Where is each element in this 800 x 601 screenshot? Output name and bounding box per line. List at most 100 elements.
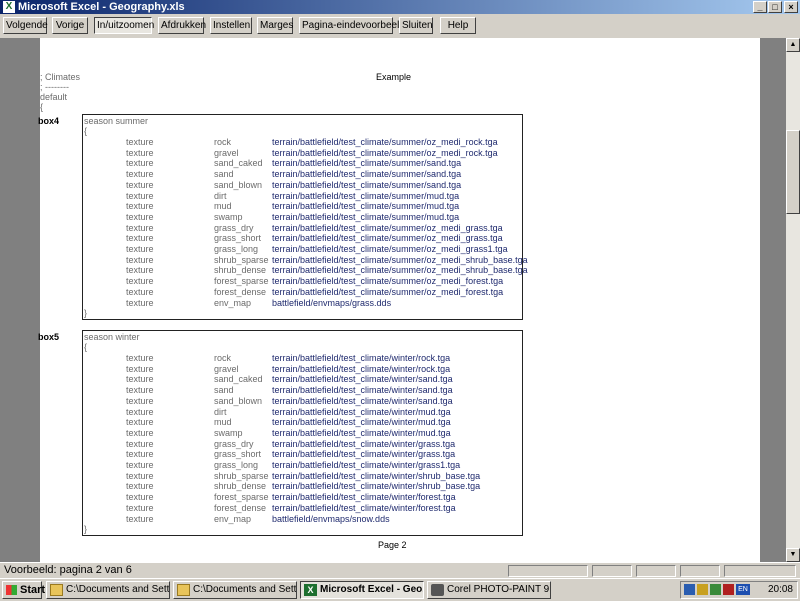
- table-row: texture sand terrain/battlefield/test_clim…: [84, 385, 522, 396]
- table-row: texture swamp terrain/battlefield/test_cli…: [84, 428, 522, 439]
- row-terrain: gravel: [214, 147, 239, 158]
- previous-page-button[interactable]: Vorige: [52, 17, 88, 34]
- row-terrain: shrub_dense: [214, 265, 267, 276]
- tray-app-icon[interactable]: [710, 584, 721, 595]
- row-kind: texture: [126, 492, 154, 503]
- print-preview-toolbar: Volgende Vorige In/uitzoomen Afdrukken I…: [0, 14, 800, 39]
- row-kind: texture: [126, 406, 154, 417]
- folder-icon: [50, 584, 63, 596]
- close-preview-button[interactable]: Sluiten: [399, 17, 433, 34]
- table-row: texture mud terrain/battlefield/test_clima…: [84, 417, 522, 428]
- row-kind: texture: [126, 222, 154, 233]
- table-row: texture rock terrain/battlefield/test_clim…: [84, 137, 522, 148]
- row-terrain: rock: [214, 353, 232, 363]
- table-row: texture forest_sparse terrain/battlefield/…: [84, 492, 522, 503]
- row-path: terrain/battlefield/test_climate/summer/…: [272, 286, 504, 297]
- table-row: texture sand_blown terrain/battlefield/tes…: [84, 396, 522, 407]
- taskbar-item-explorer-1[interactable]: C:\Documents and Settin...: [46, 581, 170, 599]
- row-path: terrain/battlefield/test_climate/winter/…: [272, 363, 451, 374]
- row-kind: texture: [126, 201, 154, 212]
- vertical-scrollbar[interactable]: ▲ ▼: [786, 38, 800, 562]
- network-icon[interactable]: [684, 584, 695, 595]
- task-label: C:\Documents and Settin...: [66, 584, 170, 595]
- table-row: texture shrub_sparse terrain/battlefield/t…: [84, 255, 528, 266]
- row-path: terrain/battlefield/test_climate/winter/…: [272, 481, 481, 492]
- scroll-up-icon[interactable]: ▲: [786, 38, 800, 52]
- start-label: Start: [20, 584, 46, 596]
- row-kind: texture: [126, 179, 154, 190]
- row-terrain: grass_long: [214, 460, 259, 470]
- zoom-button[interactable]: In/uitzoomen: [94, 17, 154, 34]
- row-path: terrain/battlefield/test_climate/summer/…: [272, 137, 498, 147]
- row-kind: texture: [126, 169, 154, 180]
- row-terrain: forest_dense: [214, 286, 267, 297]
- maximize-button[interactable]: □: [768, 1, 782, 13]
- next-page-button[interactable]: Volgende: [3, 17, 48, 34]
- comment-line: default: [40, 92, 68, 102]
- row-path: terrain/battlefield/test_climate/summer/…: [272, 222, 503, 233]
- row-path: terrain/battlefield/test_climate/summer/…: [272, 169, 462, 180]
- row-path: terrain/battlefield/test_climate/winter/…: [272, 460, 461, 470]
- row-kind: texture: [126, 481, 154, 492]
- row-kind: texture: [126, 460, 154, 470]
- row-path: terrain/battlefield/test_climate/summer/…: [272, 265, 528, 276]
- row-terrain: swamp: [214, 211, 243, 222]
- close-button[interactable]: ×: [784, 1, 798, 13]
- task-label: Corel PHOTO-PAINT 9: [447, 584, 550, 595]
- table-row: texture shrub_dense terrain/battlefield/te…: [84, 481, 522, 492]
- margins-button[interactable]: Marges: [257, 17, 293, 34]
- title-bar[interactable]: X Microsoft Excel - Geography.xls _ □ ×: [0, 0, 800, 14]
- row-kind: texture: [126, 244, 154, 254]
- minimize-button[interactable]: _: [753, 1, 767, 13]
- row-path: terrain/battlefield/test_climate/winter/…: [272, 385, 453, 396]
- row-path: terrain/battlefield/test_climate/summer/…: [272, 254, 528, 265]
- taskbar-item-corel[interactable]: Corel PHOTO-PAINT 9: [427, 581, 551, 599]
- start-button[interactable]: Start: [2, 581, 46, 599]
- table-row: texture dirt terrain/battlefield/test_clim…: [84, 407, 522, 418]
- table-row: texture env_map battlefield/envmaps/grass.…: [84, 298, 522, 309]
- comment-line: ; Climates: [40, 72, 81, 82]
- row-kind: texture: [126, 265, 154, 276]
- row-path: terrain/battlefield/test_climate/winter/…: [272, 417, 451, 428]
- setup-button[interactable]: Instellen: [210, 17, 252, 34]
- row-path: terrain/battlefield/test_climate/summer/…: [272, 179, 462, 190]
- taskbar: Start C:\Documents and Settin... C:\Docu…: [0, 578, 800, 601]
- row-path: terrain/battlefield/test_climate/summer/…: [272, 201, 460, 212]
- help-button[interactable]: Help: [440, 17, 476, 34]
- clock: 20:08: [767, 584, 793, 595]
- table-row: texture sand_blown terrain/battlefield/tes…: [84, 180, 522, 191]
- row-path: terrain/battlefield/test_climate/winter/…: [272, 395, 453, 406]
- box-label: box4: [38, 116, 60, 126]
- close-brace: }: [84, 308, 88, 319]
- row-terrain: swamp: [214, 427, 243, 438]
- preview-page[interactable]: ; Climates ; -------- default { Example …: [38, 38, 760, 562]
- row-terrain: rock: [214, 137, 232, 147]
- row-path: battlefield/envmaps/snow.dds: [272, 513, 390, 524]
- row-kind: texture: [126, 513, 154, 524]
- open-brace: {: [84, 342, 88, 352]
- row-path: terrain/battlefield/test_climate/winter/…: [272, 353, 451, 363]
- table-row: texture grass_short terrain/battlefield/te…: [84, 449, 522, 460]
- row-kind: texture: [126, 385, 154, 396]
- row-kind: texture: [126, 427, 154, 438]
- table-row: texture grass_long terrain/battlefield/tes…: [84, 244, 522, 255]
- taskbar-item-excel[interactable]: X Microsoft Excel - Geo...: [300, 581, 424, 599]
- table-row: texture grass_short terrain/battlefield/te…: [84, 233, 522, 244]
- system-tray: EN 20:08: [680, 581, 798, 599]
- page-header: Example: [376, 72, 412, 82]
- row-path: terrain/battlefield/test_climate/summer/…: [272, 233, 503, 244]
- taskbar-item-explorer-2[interactable]: C:\Documents and Settin...: [173, 581, 297, 599]
- table-row: texture forest_sparse terrain/battlefield/…: [84, 276, 522, 287]
- volume-icon[interactable]: [697, 584, 708, 595]
- tray-app-icon[interactable]: [723, 584, 734, 595]
- row-terrain: gravel: [214, 363, 239, 374]
- print-button[interactable]: Afdrukken: [158, 17, 206, 34]
- language-badge[interactable]: EN: [736, 584, 750, 595]
- page-break-preview-button[interactable]: Pagina-eindevoorbeeld: [299, 17, 405, 34]
- scroll-thumb[interactable]: [786, 130, 800, 214]
- row-terrain: env_map: [214, 297, 252, 308]
- row-path: terrain/battlefield/test_climate/summer/…: [272, 190, 460, 201]
- scroll-down-icon[interactable]: ▼: [786, 548, 800, 562]
- row-path: terrain/battlefield/test_climate/summer/…: [272, 211, 460, 222]
- row-terrain: shrub_dense: [214, 481, 267, 492]
